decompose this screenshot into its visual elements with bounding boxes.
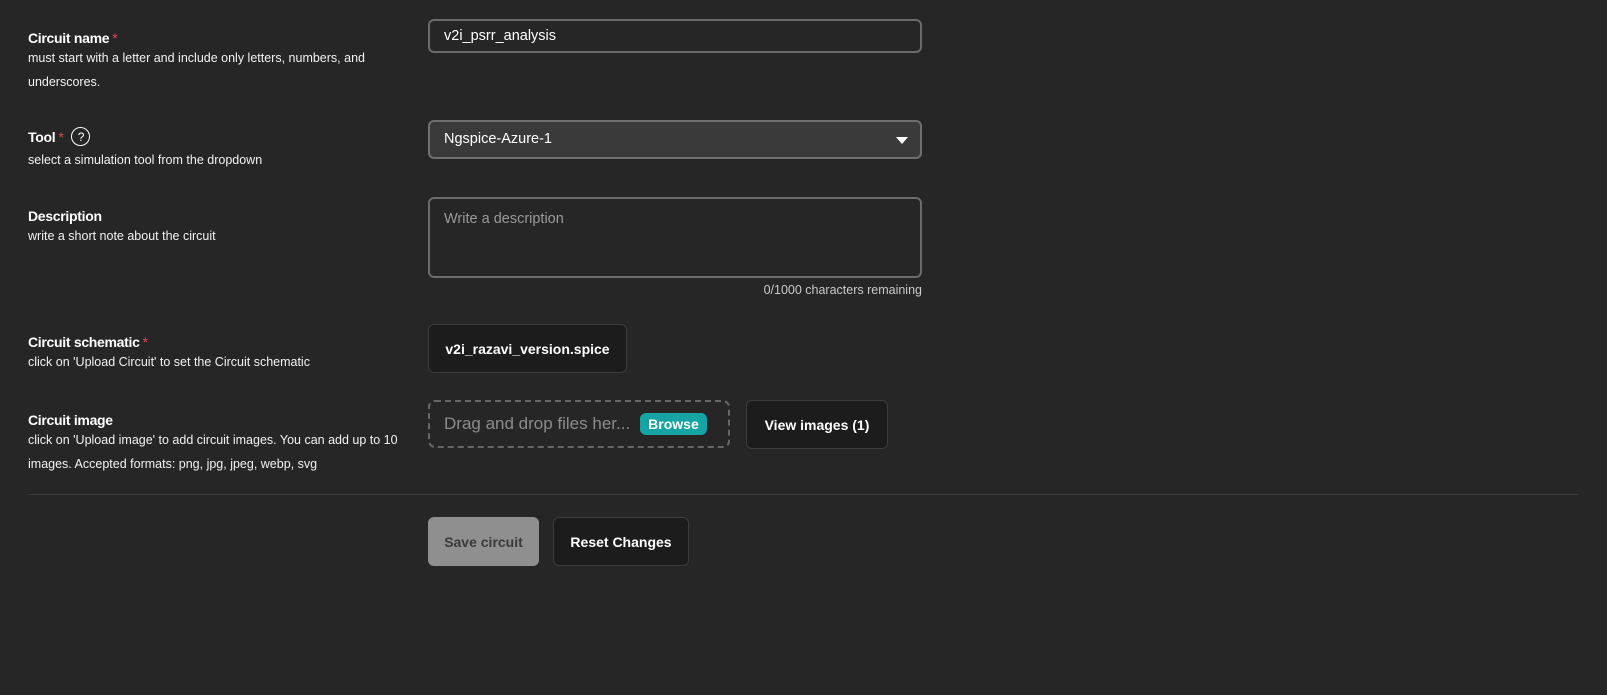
description-section: Description write a short note about the… bbox=[28, 208, 398, 248]
circuit-name-input[interactable] bbox=[428, 19, 922, 53]
required-marker: * bbox=[58, 129, 64, 146]
tool-label: Tool *? bbox=[28, 127, 398, 148]
schematic-section: Circuit schematic * click on 'Upload Circ… bbox=[28, 334, 398, 374]
tool-help: select a simulation tool from the dropdo… bbox=[28, 153, 263, 167]
required-marker: * bbox=[142, 334, 148, 350]
character-counter: 0/1000 characters remaining bbox=[763, 283, 922, 297]
caret-down-icon bbox=[896, 137, 908, 144]
image-help: click on 'Upload image' to add circuit i… bbox=[28, 433, 398, 471]
circuit-name-help: must start with a letter and include onl… bbox=[28, 51, 365, 89]
tool-section: Tool *? select a simulation tool from the… bbox=[28, 127, 398, 172]
circuit-name-section: Circuit name * must start with a letter a… bbox=[28, 30, 398, 94]
image-dropzone[interactable]: Drag and drop files her... Browse bbox=[428, 400, 730, 448]
description-placeholder: Write a description bbox=[444, 211, 564, 227]
tool-select[interactable]: Ngspice-Azure-1 bbox=[428, 120, 922, 159]
browse-button[interactable]: Browse bbox=[640, 413, 707, 435]
description-textarea[interactable]: Write a description bbox=[428, 197, 922, 278]
description-help: write a short note about the circuit bbox=[28, 229, 216, 243]
divider bbox=[28, 494, 1578, 495]
circuit-name-label: Circuit name * bbox=[28, 30, 118, 46]
image-label: Circuit image bbox=[28, 412, 113, 428]
reset-changes-button[interactable]: Reset Changes bbox=[553, 517, 689, 566]
schematic-file-button[interactable]: v2i_razavi_version.spice bbox=[428, 324, 627, 373]
schematic-help: click on 'Upload Circuit' to set the Cir… bbox=[28, 355, 310, 369]
view-images-button[interactable]: View images (1) bbox=[746, 400, 888, 449]
schematic-label: Circuit schematic * bbox=[28, 334, 148, 350]
tool-select-value: Ngspice-Azure-1 bbox=[444, 131, 552, 147]
question-circle-icon[interactable]: ? bbox=[71, 127, 91, 146]
image-section: Circuit image click on 'Upload image' to… bbox=[28, 412, 398, 476]
save-circuit-button[interactable]: Save circuit bbox=[428, 517, 539, 566]
description-label: Description bbox=[28, 208, 102, 224]
dropzone-text: Drag and drop files her... bbox=[444, 414, 631, 433]
required-marker: * bbox=[112, 30, 118, 46]
